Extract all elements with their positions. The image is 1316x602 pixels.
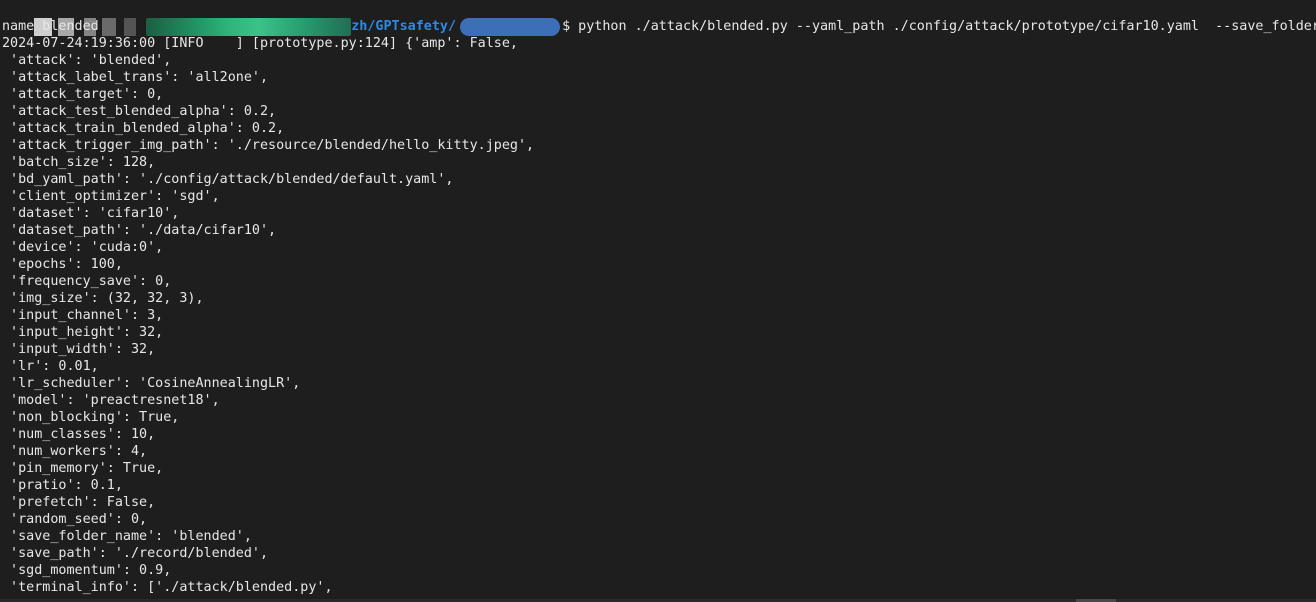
output-line: 'frequency_save': 0,	[2, 274, 172, 289]
output-line: 'attack_label_trans': 'all2one',	[2, 70, 269, 85]
output-line: 'attack_test_blended_alpha': 0.2,	[2, 104, 277, 119]
output-line: 'pratio': 0.1,	[2, 478, 123, 493]
output-line: 'dataset_path': './data/cifar10',	[2, 223, 277, 238]
output-line: 'attack_target': 0,	[2, 87, 164, 102]
output-line: 'epochs': 100,	[2, 257, 123, 272]
output-line: 'model': 'preactresnet18',	[2, 393, 220, 408]
output-line: 'input_channel': 3,	[2, 308, 164, 323]
output-line: 'dataset': 'cifar10',	[2, 206, 180, 221]
output-line: 'batch_size': 128,	[2, 155, 156, 170]
output-line: 2024-07-24:19:36:00 [INFO ] [prototype.p…	[2, 36, 518, 51]
output-line: 'bd_yaml_path': './config/attack/blended…	[2, 172, 454, 187]
output-line: 'device': 'cuda:0',	[2, 240, 164, 255]
terminal-window[interactable]: zh/GPTsafety/$ python ./attack/blended.p…	[0, 0, 1316, 602]
output-line: 'attack_train_blended_alpha': 0.2,	[2, 121, 285, 136]
output-line: 'num_workers': 4,	[2, 444, 148, 459]
output-line: 'client_optimizer': 'sgd',	[2, 189, 220, 204]
output-line: 'input_width': 32,	[2, 342, 156, 357]
output-line: 'pin_memory': True,	[2, 461, 164, 476]
output-line: 'non_blocking': True,	[2, 410, 180, 425]
output-line: 'num_classes': 10,	[2, 427, 156, 442]
output-line: 'sgd_momentum': 0.9,	[2, 563, 172, 578]
output-line: 'lr_scheduler': 'CosineAnnealingLR',	[2, 376, 301, 391]
output-line: 'prefetch': False,	[2, 495, 156, 510]
output-line: 'save_path': './record/blended',	[2, 546, 269, 561]
output-line: 'img_size': (32, 32, 3),	[2, 291, 204, 306]
prompt-line: zh/GPTsafety/$ python ./attack/blended.p…	[0, 0, 1316, 36]
output-line: 'attack': 'blended',	[2, 53, 172, 68]
output-line: 'save_folder_name': 'blended',	[2, 529, 252, 544]
output-line: 'random_seed': 0,	[2, 512, 148, 527]
output-line: name blended	[2, 19, 99, 34]
output-line: 'input_height': 32,	[2, 325, 164, 340]
output-line: 'attack_trigger_img_path': './resource/b…	[2, 138, 535, 153]
output-line: 'lr': 0.01,	[2, 359, 99, 374]
output-line: 'terminal_info': ['./attack/blended.py',	[2, 580, 333, 595]
